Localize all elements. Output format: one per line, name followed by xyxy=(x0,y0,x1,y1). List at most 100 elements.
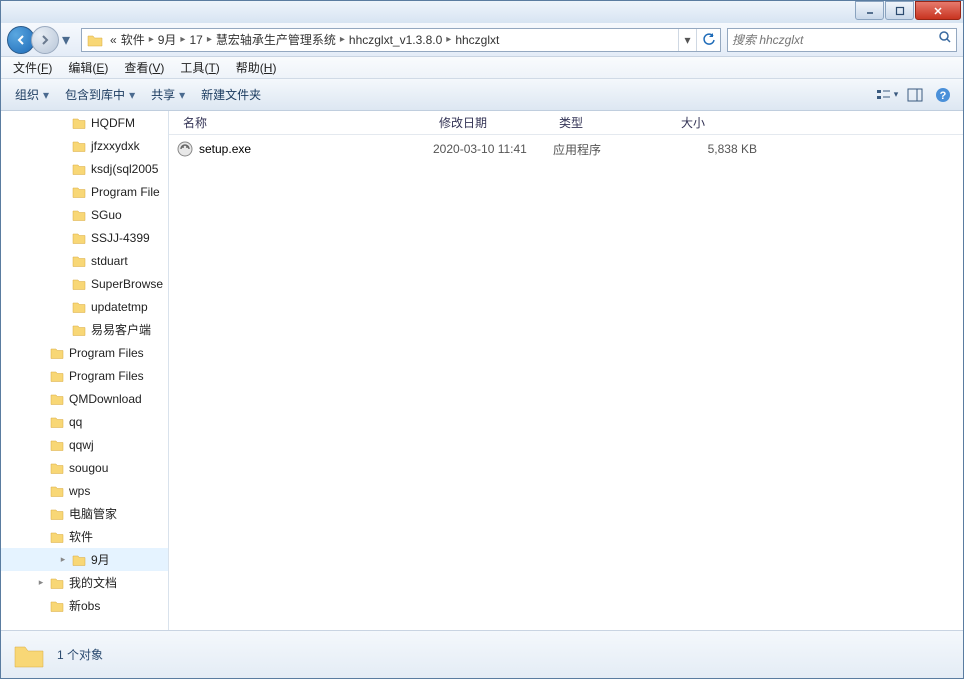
tree-item[interactable]: 电脑管家 xyxy=(1,502,168,525)
tree-item[interactable]: SuperBrowse xyxy=(1,272,168,295)
search-box[interactable] xyxy=(727,28,957,52)
menu-help[interactable]: 帮助(H) xyxy=(228,59,285,76)
column-size[interactable]: 大小 xyxy=(675,114,775,131)
expander-icon[interactable] xyxy=(35,531,47,543)
expander-icon[interactable] xyxy=(35,416,47,428)
tree-item-label: updatetmp xyxy=(91,300,148,314)
tree-item-label: wps xyxy=(69,484,90,498)
expander-icon[interactable] xyxy=(57,232,69,244)
expander-icon[interactable] xyxy=(35,600,47,612)
navigation-tree[interactable]: HQDFMjfzxxydxkksdj(sql2005Program FileSG… xyxy=(1,111,169,630)
expander-icon[interactable] xyxy=(57,186,69,198)
menu-edit[interactable]: 编辑(E) xyxy=(60,59,116,76)
share-button[interactable]: 共享▾ xyxy=(143,83,193,107)
maximize-button[interactable] xyxy=(885,1,914,20)
expander-icon[interactable] xyxy=(57,163,69,175)
search-input[interactable] xyxy=(732,33,938,47)
forward-button[interactable] xyxy=(31,26,59,54)
status-text: 1 个对象 xyxy=(57,646,103,663)
breadcrumb-item[interactable]: 9月 xyxy=(156,31,179,48)
expander-icon[interactable] xyxy=(35,508,47,520)
tree-item[interactable]: 易易客户端 xyxy=(1,318,168,341)
tree-item[interactable]: SGuo xyxy=(1,203,168,226)
tree-item[interactable]: QMDownload xyxy=(1,387,168,410)
expander-icon[interactable] xyxy=(57,324,69,336)
preview-pane-button[interactable] xyxy=(901,83,929,107)
expander-icon[interactable] xyxy=(57,278,69,290)
breadcrumb-item[interactable]: 软件 xyxy=(119,31,147,48)
tree-item-label: stduart xyxy=(91,254,128,268)
nav-history-dropdown[interactable]: ▾ xyxy=(59,30,73,50)
breadcrumb-item[interactable]: hhczglxt xyxy=(453,33,501,47)
column-type[interactable]: 类型 xyxy=(553,114,675,131)
tree-item-label: sougou xyxy=(69,461,108,475)
expander-icon[interactable] xyxy=(57,255,69,267)
file-row[interactable]: setup.exe2020-03-10 11:41应用程序5,838 KB xyxy=(169,135,963,163)
expander-icon[interactable] xyxy=(35,347,47,359)
tree-item[interactable]: HQDFM xyxy=(1,111,168,134)
expander-icon[interactable] xyxy=(35,370,47,382)
include-library-button[interactable]: 包含到库中▾ xyxy=(57,83,143,107)
tree-item[interactable]: Program Files xyxy=(1,364,168,387)
refresh-button[interactable] xyxy=(696,29,720,51)
column-name[interactable]: 名称 xyxy=(177,114,433,131)
menu-view[interactable]: 查看(V) xyxy=(116,59,172,76)
tree-item-label: 软件 xyxy=(69,528,93,545)
tree-item-label: 易易客户端 xyxy=(91,321,151,338)
tree-item[interactable]: updatetmp xyxy=(1,295,168,318)
file-type: 应用程序 xyxy=(553,141,675,158)
breadcrumb-item[interactable]: 17 xyxy=(187,33,204,47)
tree-item[interactable]: ksdj(sql2005 xyxy=(1,157,168,180)
tree-item[interactable]: 软件 xyxy=(1,525,168,548)
expander-icon[interactable]: ▸ xyxy=(35,577,47,589)
address-bar[interactable]: « 软件▸ 9月▸ 17▸ 慧宏轴承生产管理系统▸ hhczglxt_v1.3.… xyxy=(81,28,721,52)
tree-item-label: 9月 xyxy=(91,551,110,568)
tree-item[interactable]: Program File xyxy=(1,180,168,203)
breadcrumb-item[interactable]: 慧宏轴承生产管理系统 xyxy=(214,31,338,48)
nav-buttons: ▾ xyxy=(7,26,73,54)
new-folder-button[interactable]: 新建文件夹 xyxy=(193,83,269,107)
expander-icon[interactable] xyxy=(35,462,47,474)
address-dropdown[interactable]: ▾ xyxy=(678,29,696,51)
file-date: 2020-03-10 11:41 xyxy=(433,142,553,156)
organize-button[interactable]: 组织▾ xyxy=(7,83,57,107)
tree-item[interactable]: sougou xyxy=(1,456,168,479)
tree-item-label: qq xyxy=(69,415,82,429)
expander-icon[interactable] xyxy=(35,439,47,451)
column-date[interactable]: 修改日期 xyxy=(433,114,553,131)
tree-item[interactable]: SSJJ-4399 xyxy=(1,226,168,249)
folder-icon xyxy=(86,31,104,49)
tree-item[interactable]: qq xyxy=(1,410,168,433)
chevron-right-icon: ▸ xyxy=(444,34,453,45)
tree-item[interactable]: stduart xyxy=(1,249,168,272)
menu-tools[interactable]: 工具(T) xyxy=(172,59,227,76)
help-button[interactable]: ? xyxy=(929,83,957,107)
file-list[interactable]: setup.exe2020-03-10 11:41应用程序5,838 KB xyxy=(169,135,963,163)
menu-file[interactable]: 文件(F) xyxy=(5,59,60,76)
column-headers: 名称 修改日期 类型 大小 xyxy=(169,111,963,135)
tree-item-label: 我的文档 xyxy=(69,574,117,591)
tree-item[interactable]: ▸ 9月 xyxy=(1,548,168,571)
minimize-button[interactable] xyxy=(855,1,884,20)
close-button[interactable] xyxy=(915,1,961,20)
expander-icon[interactable] xyxy=(57,209,69,221)
tree-item-label: Program Files xyxy=(69,369,144,383)
expander-icon[interactable] xyxy=(35,393,47,405)
expander-icon[interactable] xyxy=(35,485,47,497)
tree-item[interactable]: jfzxxydxk xyxy=(1,134,168,157)
tree-item[interactable]: wps xyxy=(1,479,168,502)
breadcrumb-item[interactable]: hhczglxt_v1.3.8.0 xyxy=(347,33,444,47)
expander-icon[interactable] xyxy=(57,301,69,313)
tree-item-label: 电脑管家 xyxy=(69,505,117,522)
tree-item[interactable]: Program Files xyxy=(1,341,168,364)
tree-item[interactable]: 新obs xyxy=(1,594,168,617)
explorer-window: ▾ « 软件▸ 9月▸ 17▸ 慧宏轴承生产管理系统▸ hhczglxt_v1.… xyxy=(0,0,964,679)
tree-item[interactable]: ▸ 我的文档 xyxy=(1,571,168,594)
search-icon[interactable] xyxy=(938,30,952,49)
tree-item[interactable]: qqwj xyxy=(1,433,168,456)
expander-icon[interactable]: ▸ xyxy=(57,554,69,566)
expander-icon[interactable] xyxy=(57,117,69,129)
file-name: setup.exe xyxy=(199,142,251,156)
view-options-button[interactable]: ▾ xyxy=(873,83,901,107)
expander-icon[interactable] xyxy=(57,140,69,152)
